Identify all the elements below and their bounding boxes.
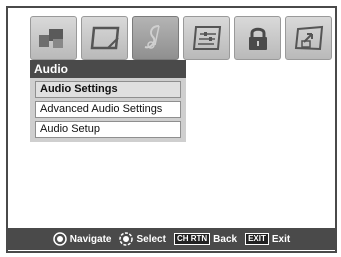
main-menu-icon-bar: [30, 16, 338, 60]
exit-key: EXIT: [245, 233, 269, 245]
tab-audio[interactable]: [132, 16, 179, 60]
audio-icon: [144, 25, 160, 49]
tab-screen[interactable]: [81, 16, 128, 60]
tab-picture[interactable]: [30, 16, 77, 60]
menu-item-audio-setup[interactable]: Audio Setup: [35, 121, 181, 138]
screen-icon: [90, 26, 119, 50]
select-label: Select: [136, 233, 166, 245]
back-hint: CH RTN Back: [173, 233, 238, 245]
menu-item-audio-settings[interactable]: Audio Settings: [35, 81, 181, 98]
lock-icon: [248, 27, 267, 50]
exit-label: Exit: [271, 233, 291, 245]
back-label: Back: [213, 233, 238, 245]
navigate-hint: Navigate: [53, 232, 112, 246]
tab-lock[interactable]: [234, 16, 281, 60]
footer-help-bar: Navigate Select CH RTN Back EXIT Exit: [8, 228, 335, 250]
tab-applications[interactable]: [285, 16, 332, 60]
menu-item-advanced-audio-settings[interactable]: Advanced Audio Settings: [35, 101, 181, 118]
applications-icon: [294, 25, 323, 51]
dpad-navigate-icon: [53, 232, 67, 246]
select-hint: Select: [119, 232, 166, 246]
tab-setup[interactable]: [183, 16, 230, 60]
panel-title: Audio: [30, 60, 186, 78]
picture-icon: [38, 29, 63, 48]
setup-icon: [192, 26, 221, 50]
navigate-label: Navigate: [69, 233, 112, 245]
exit-hint: EXIT Exit: [245, 233, 290, 245]
ch-rtn-key: CH RTN: [173, 233, 211, 245]
audio-menu: Audio Settings Advanced Audio Settings A…: [30, 78, 186, 142]
dpad-select-icon: [119, 232, 134, 246]
